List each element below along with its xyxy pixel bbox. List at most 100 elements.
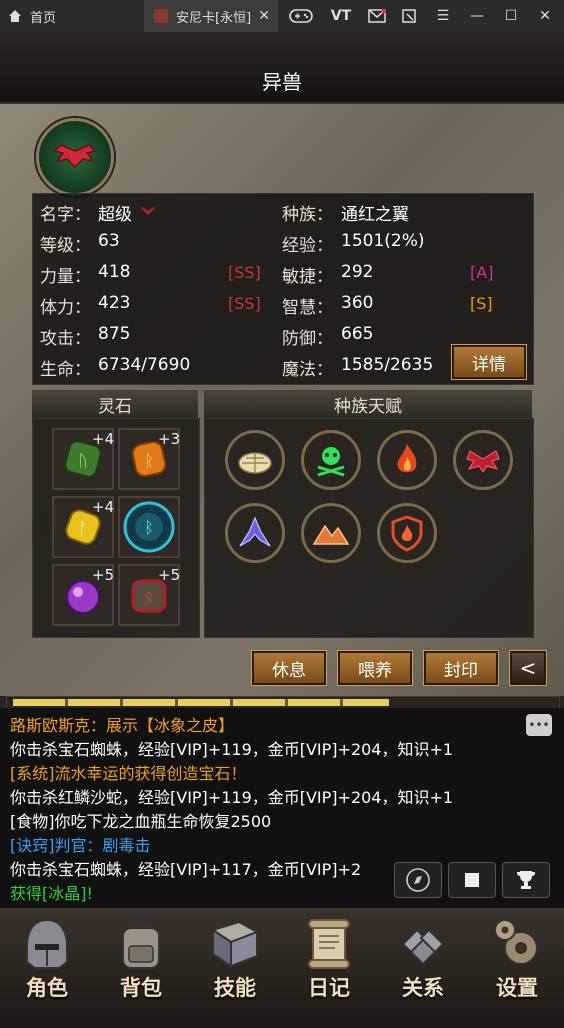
chat-line-8-text: 获得[冰晶]!	[10, 884, 93, 903]
screenshot-icon[interactable]	[396, 4, 422, 28]
nav-relations-label: 关系	[402, 976, 444, 1000]
game-tab-label: 安尼卡[永恒]	[176, 10, 252, 26]
poison-skull-icon[interactable]	[301, 430, 361, 490]
game-tab[interactable]: 安尼卡[永恒] ✕	[144, 0, 278, 32]
browser-tab-bar: 首页 安尼卡[永恒] ✕ VT ☰ — ☐ ✕	[0, 0, 564, 32]
nav-diary[interactable]: 日记	[282, 912, 376, 1024]
experience-strip-fill	[13, 699, 389, 706]
collapse-button[interactable]: <	[509, 650, 547, 686]
chat-line-6-text: [诀窍]判官：剧毒击	[10, 836, 151, 855]
wisdom-value: 360	[341, 293, 374, 313]
close-window-icon[interactable]: ✕	[532, 4, 558, 28]
chat-line-3: [系统]流水幸运的获得创造宝石！	[10, 762, 247, 786]
game-favicon-icon	[154, 9, 168, 23]
nav-skill[interactable]: 技能	[188, 912, 282, 1024]
red-wings-icon[interactable]	[453, 430, 513, 490]
chat-line-1-text: 路斯欧斯克：展示【冰象之皮】	[10, 716, 235, 735]
skill-book-icon	[210, 920, 260, 968]
gamepad-icon[interactable]	[288, 4, 314, 28]
slot-6-plus: +5	[158, 566, 181, 584]
svg-text:ᚨ: ᚨ	[78, 519, 88, 538]
nav-skill-label: 技能	[214, 976, 256, 1000]
constitution-value: 423	[98, 293, 131, 313]
vt-button[interactable]: VT	[326, 4, 356, 28]
chat-line-2-text: 你击杀宝石蜘蛛，经验[VIP]+119，金币[VIP]+204，知识+1	[10, 740, 454, 759]
agility-value: 292	[341, 262, 374, 282]
fire-icon[interactable]	[377, 430, 437, 490]
details-button[interactable]: 详情	[451, 344, 527, 380]
race-talents-header: 种族天赋	[204, 390, 532, 418]
defense-value: 665	[341, 324, 374, 344]
exp-label: 经验：	[282, 236, 333, 256]
slot-5-plus: +5	[92, 566, 115, 584]
stop-icon[interactable]	[448, 862, 496, 898]
chat-line-4: 你击杀红鳞沙蛇，经验[VIP]+119，金币[VIP]+204，知识+1	[10, 786, 453, 810]
minimize-icon[interactable]: —	[464, 4, 490, 28]
svg-text:ᛒ: ᛒ	[144, 518, 154, 537]
chat-bubble-icon[interactable]: •••	[526, 714, 552, 736]
gauntlets-icon	[401, 928, 445, 966]
svg-text:ᚱ: ᚱ	[144, 451, 154, 470]
level-label: 等级：	[40, 236, 91, 256]
home-tab[interactable]: 首页	[8, 0, 138, 32]
agility-label: 敏捷：	[282, 267, 333, 287]
home-tab-label: 首页	[30, 10, 57, 26]
fire-shield-icon[interactable]	[377, 503, 437, 563]
nav-settings-label: 设置	[496, 976, 538, 1000]
trophy-icon[interactable]	[502, 862, 550, 898]
pet-name: 超级	[98, 205, 132, 225]
wisdom-grade: [S]	[470, 294, 493, 313]
home-icon	[9, 10, 21, 22]
chat-line-2: 你击杀宝石蜘蛛，经验[VIP]+119，金币[VIP]+204，知识+1	[10, 738, 453, 762]
constitution-grade: [SS]	[228, 294, 261, 313]
chat-line-7: 你击杀宝石蜘蛛，经验[VIP]+117，金币[VIP]+2	[10, 858, 361, 882]
feed-button[interactable]: 喂养	[337, 650, 413, 686]
race-label: 种族：	[282, 205, 333, 225]
gear-icon	[494, 919, 538, 965]
helmet-icon	[26, 918, 68, 969]
attack-label: 攻击：	[40, 329, 91, 349]
maximize-icon[interactable]: ☐	[498, 4, 524, 28]
constitution-label: 体力：	[40, 298, 91, 318]
chat-line-5-text: [食物]你吃下龙之血瓶生命恢复2500	[10, 812, 272, 831]
rest-button[interactable]: 休息	[251, 650, 327, 686]
attack-value: 875	[98, 324, 131, 344]
chat-line-5: [食物]你吃下龙之血瓶生命恢复2500	[10, 810, 271, 834]
red-wings-pet-icon	[53, 144, 97, 169]
nav-role-label: 角色	[26, 976, 68, 1000]
name-label: 名字：	[40, 205, 91, 225]
pet-wing-badge-icon	[140, 207, 156, 215]
chat-line-4-text: 你击杀红鳞沙蛇，经验[VIP]+119，金币[VIP]+204，知识+1	[10, 788, 454, 807]
spirit-stone-slot-4[interactable]: ᛒ	[118, 496, 180, 558]
strength-value: 418	[98, 262, 131, 282]
mail-icon[interactable]	[364, 4, 390, 28]
scroll-icon	[308, 919, 350, 969]
chat-line-7-text: 你击杀宝石蜘蛛，经验[VIP]+117，金币[VIP]+2	[10, 860, 362, 879]
seal-button[interactable]: 封印	[423, 650, 499, 686]
nav-bag[interactable]: 背包	[94, 912, 188, 1024]
nav-settings[interactable]: 设置	[470, 912, 564, 1024]
slot-2-plus: +3	[158, 430, 181, 448]
compass-icon[interactable]	[394, 862, 442, 898]
strength-grade: [SS]	[228, 263, 261, 282]
race-value: 通红之翼	[341, 205, 409, 225]
nav-bag-label: 背包	[120, 976, 162, 1000]
shell-icon[interactable]	[225, 430, 285, 490]
mountain-icon[interactable]	[301, 503, 361, 563]
vt-label: VT	[330, 8, 352, 24]
chat-line-6: [诀窍]判官：剧毒击	[10, 834, 151, 858]
nav-role[interactable]: 角色	[0, 912, 94, 1024]
hp-value: 6734/7690	[98, 355, 191, 375]
cyan-rune-orb-icon: ᛒ	[123, 501, 175, 553]
pet-avatar[interactable]	[36, 118, 114, 196]
blue-wings-icon[interactable]	[225, 503, 285, 563]
agility-grade: [A]	[470, 263, 494, 282]
nav-relations[interactable]: 关系	[376, 912, 470, 1024]
mp-label: 魔法：	[282, 360, 333, 380]
svg-text:ᚢ: ᚢ	[78, 451, 88, 470]
close-tab-icon[interactable]: ✕	[258, 8, 270, 24]
hp-label: 生命：	[40, 360, 91, 380]
chat-line-3-text: [系统]流水幸运的获得创造宝石！	[10, 764, 247, 783]
page-title: 异兽	[262, 70, 302, 94]
menu-icon[interactable]: ☰	[430, 4, 456, 28]
